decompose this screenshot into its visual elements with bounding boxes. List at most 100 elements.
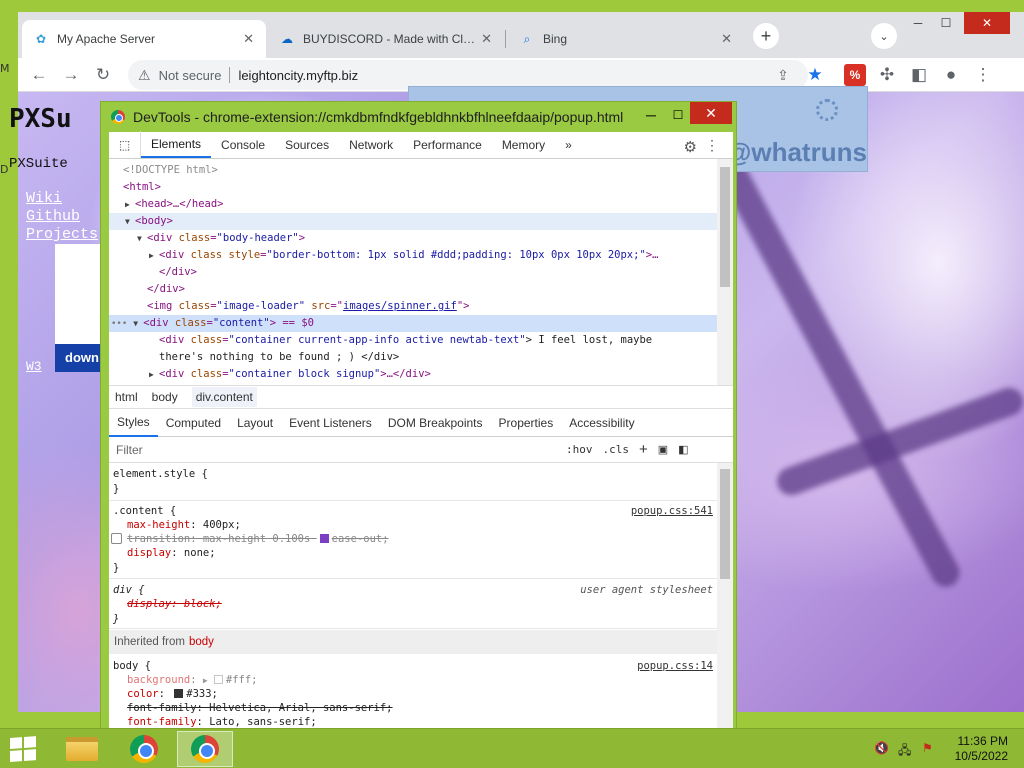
breadcrumb-div-content[interactable]: div.content: [191, 387, 257, 407]
forward-button[interactable]: →: [58, 62, 84, 88]
tab-network[interactable]: Network: [339, 131, 403, 158]
tab-performance[interactable]: Performance: [403, 131, 492, 158]
style-property-disabled[interactable]: transition: max-height 0.100s ease-out;: [111, 532, 389, 546]
color-swatch-icon[interactable]: [174, 689, 184, 698]
rule-selector[interactable]: body {: [113, 659, 151, 673]
dom-line[interactable]: </div>: [109, 281, 717, 298]
style-property[interactable]: font-family: Lato, sans-serif;: [127, 715, 317, 729]
inherited-body-link[interactable]: body: [189, 635, 214, 649]
breadcrumb-html[interactable]: html: [115, 390, 138, 404]
style-property-overridden[interactable]: font-family: Helvetica, Arial, sans-seri…: [127, 701, 393, 715]
subtab-properties[interactable]: Properties: [491, 409, 562, 437]
subtab-computed[interactable]: Computed: [158, 409, 229, 437]
subtab-styles[interactable]: Styles: [109, 409, 158, 437]
system-clock[interactable]: 11:36 PM 10/5/2022: [955, 734, 1008, 764]
subtab-dom-breakpoints[interactable]: DOM Breakpoints: [380, 409, 491, 437]
breadcrumb-body[interactable]: body: [152, 390, 178, 404]
styles-filter-input[interactable]: Filter: [116, 443, 556, 457]
dom-line-selected[interactable]: ••• ▼ <div class="content"> == $0: [109, 315, 717, 332]
rule-selector[interactable]: .content {: [113, 504, 176, 518]
property-checkbox[interactable]: [111, 533, 122, 544]
action-center-flag-icon[interactable]: ⚑: [922, 741, 933, 755]
tab-search-button[interactable]: ⌄: [871, 23, 897, 49]
rule-selector[interactable]: div {: [113, 583, 145, 597]
url-text[interactable]: leightoncity.myftp.biz: [238, 68, 358, 83]
network-icon[interactable]: 🖧: [898, 741, 911, 762]
devtools-close-button[interactable]: ✕: [690, 102, 732, 124]
settings-gear-icon[interactable]: ⚙: [684, 138, 697, 156]
w3-link[interactable]: W3: [26, 359, 42, 374]
add-rule-icon[interactable]: +: [639, 441, 648, 458]
minimize-button[interactable]: ─: [904, 12, 932, 34]
style-property[interactable]: max-height: 400px;: [127, 518, 241, 532]
close-window-button[interactable]: ✕: [964, 12, 1010, 34]
devtools-minimize-button[interactable]: ─: [639, 104, 663, 126]
subtab-layout[interactable]: Layout: [229, 409, 281, 437]
style-property-overridden[interactable]: display: block;: [127, 597, 222, 611]
back-button[interactable]: ←: [26, 62, 52, 88]
tab-buydiscord[interactable]: ☁ BUYDISCORD - Made with Clipch ✕: [268, 20, 504, 58]
reload-button[interactable]: ↻: [90, 62, 116, 88]
tab-memory[interactable]: Memory: [492, 131, 555, 158]
projects-link[interactable]: Projects: [26, 226, 98, 243]
wiki-link[interactable]: Wiki: [26, 190, 62, 207]
dom-line[interactable]: <html>: [109, 179, 717, 196]
tab-sources[interactable]: Sources: [275, 131, 339, 158]
file-explorer-button[interactable]: [54, 731, 110, 767]
style-property-inherited[interactable]: background: ▶ #fff;: [127, 673, 257, 688]
hov-toggle[interactable]: :hov: [566, 443, 593, 456]
dom-line[interactable]: ▼ <body>: [109, 213, 717, 230]
rule-source-link[interactable]: popup.css:14: [637, 659, 713, 673]
bookmark-star-icon[interactable]: ★: [802, 62, 828, 88]
profile-avatar-icon[interactable]: ●: [938, 62, 964, 88]
dom-scrollbar[interactable]: [717, 159, 733, 385]
chrome-taskbar-button-active[interactable]: [177, 731, 233, 767]
style-property[interactable]: display: none;: [127, 546, 216, 560]
extensions-puzzle-icon[interactable]: ✣: [874, 62, 900, 88]
chrome-taskbar-button[interactable]: [116, 731, 172, 767]
warning-icon[interactable]: ⚠: [138, 67, 151, 84]
dom-line[interactable]: ▶ <head>…</head>: [109, 196, 717, 213]
windows-start-icon[interactable]: [10, 736, 38, 762]
rendering-paint-icon[interactable]: ▣: [658, 443, 668, 456]
new-tab-button[interactable]: +: [753, 23, 779, 49]
color-swatch-icon[interactable]: [213, 675, 223, 684]
dom-line[interactable]: ▶ <div class="container block signup">…</…: [109, 366, 717, 383]
tab-close-icon[interactable]: ✕: [243, 31, 254, 47]
styles-scrollbar[interactable]: [717, 463, 733, 730]
tab-close-icon[interactable]: ✕: [481, 31, 492, 47]
maximize-button[interactable]: ☐: [932, 12, 960, 34]
dom-line[interactable]: ▶ <div class style="border-bottom: 1px so…: [109, 247, 717, 264]
dom-line[interactable]: <!DOCTYPE html>: [109, 162, 717, 179]
more-tabs-icon[interactable]: »: [555, 131, 582, 158]
devtools-menu-icon[interactable]: ⋮: [705, 137, 719, 154]
inspect-element-icon[interactable]: ⬚: [109, 131, 141, 158]
extension-badge-icon[interactable]: %: [844, 64, 866, 86]
share-icon[interactable]: ⇪: [770, 62, 796, 88]
security-label[interactable]: Not secure: [159, 68, 222, 83]
dom-line[interactable]: <img class="image-loader" src="images/sp…: [109, 298, 717, 315]
tab-bing[interactable]: ⌕ Bing ✕: [508, 20, 744, 58]
tab-my-apache-server[interactable]: ✿ My Apache Server ✕: [22, 20, 266, 58]
dom-line[interactable]: </div>: [109, 264, 717, 281]
toggle-sidebar-icon[interactable]: ◧: [678, 443, 688, 456]
rule-source-link[interactable]: popup.css:541: [631, 504, 713, 518]
cls-toggle[interactable]: .cls: [603, 443, 630, 456]
browser-menu-icon[interactable]: ⋮: [970, 62, 996, 88]
rule-selector[interactable]: element.style {: [113, 467, 208, 481]
volume-muted-icon[interactable]: 🔇: [874, 741, 889, 755]
scrollbar-thumb[interactable]: [720, 469, 730, 579]
dom-line[interactable]: there's nothing to be found ; ) </div>: [109, 349, 717, 366]
side-panel-icon[interactable]: ◧: [906, 62, 932, 88]
style-property[interactable]: color: #333;: [127, 687, 218, 701]
scrollbar-thumb[interactable]: [720, 167, 730, 287]
subtab-accessibility[interactable]: Accessibility: [561, 409, 642, 437]
tab-close-icon[interactable]: ✕: [721, 31, 732, 47]
easing-swatch-icon[interactable]: [319, 534, 329, 543]
tab-console[interactable]: Console: [211, 131, 275, 158]
tab-elements[interactable]: Elements: [141, 131, 212, 158]
subtab-event-listeners[interactable]: Event Listeners: [281, 409, 380, 437]
dom-line[interactable]: <div class="container current-app-info a…: [109, 332, 717, 349]
devtools-maximize-button[interactable]: ☐: [666, 104, 690, 126]
github-link[interactable]: Github: [26, 208, 80, 225]
